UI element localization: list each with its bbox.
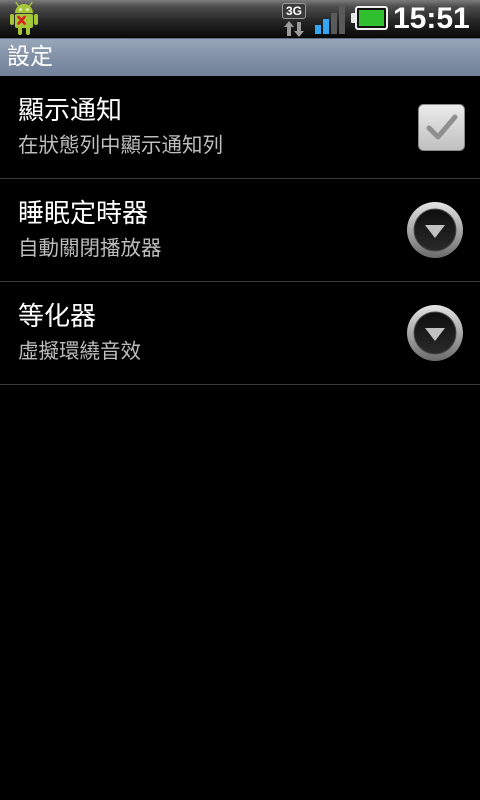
signal-bars-icon [315,6,346,34]
signal-bar [323,19,329,34]
dropdown-icon[interactable] [406,201,464,259]
battery-fill [359,10,384,26]
setting-title: 等化器 [18,302,97,332]
setting-title: 睡眠定時器 [18,199,149,229]
dropdown-icon[interactable] [406,304,464,362]
status-bar[interactable]: 3G 15:51 [0,0,480,38]
setting-equalizer[interactable]: 等化器 虛擬環繞音效 [0,282,480,385]
title-bar: 設定 [0,38,480,76]
setting-summary: 自動關閉播放器 [18,236,162,260]
setting-summary: 在狀態列中顯示通知列 [18,133,223,157]
setting-summary: 虛擬環繞音效 [18,339,141,363]
network-3g-indicator: 3G [282,3,306,37]
setting-show-notification[interactable]: 顯示通知 在狀態列中顯示通知列 [0,76,480,179]
battery-icon [351,6,388,30]
page-title: 設定 [7,44,53,70]
setting-title: 顯示通知 [18,96,123,126]
signal-bar [315,25,321,34]
android-robot-icon [10,1,38,35]
up-down-arrows-icon [284,21,304,37]
screen: 3G 15:51 設定 顯示通知 在狀態列中顯示通知列 睡眠定時器 自動關閉播放… [0,0,480,800]
checkbox-icon[interactable] [418,104,465,151]
signal-bar [339,6,345,34]
clock: 15:51 [393,2,470,35]
network-type-label: 3G [282,3,306,19]
settings-list: 顯示通知 在狀態列中顯示通知列 睡眠定時器 自動關閉播放器 等化器 虛擬環繞音效 [0,76,480,385]
signal-bar [331,13,337,34]
setting-sleep-timer[interactable]: 睡眠定時器 自動關閉播放器 [0,179,480,282]
empty-area [0,385,480,800]
battery-body [355,6,388,30]
